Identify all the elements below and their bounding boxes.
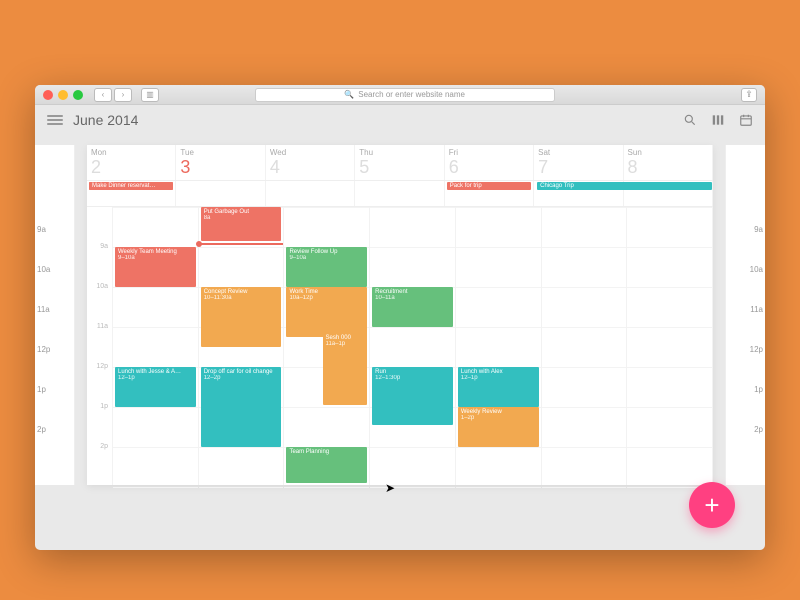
- sidebar-button[interactable]: ▥: [141, 88, 159, 102]
- calendar-event[interactable]: Drop off car for oil change12–2p: [201, 367, 282, 447]
- date-number: 3: [180, 157, 260, 178]
- calendar-event[interactable]: Run12–1:30p: [372, 367, 453, 425]
- time-label: 12p: [96, 363, 108, 370]
- share-button[interactable]: ⇪: [741, 88, 757, 102]
- allday-cell[interactable]: [176, 181, 265, 206]
- event-time: 1–2p: [461, 415, 536, 421]
- time-label: 9a: [100, 243, 108, 250]
- event-time: 10–11a: [375, 295, 450, 301]
- event-time: 10a–12p: [289, 295, 364, 301]
- calendar-event[interactable]: Review Follow Up9–10a: [286, 247, 367, 287]
- dow-label: Sun: [628, 148, 708, 157]
- close-icon[interactable]: [43, 90, 53, 100]
- date-number: 5: [359, 157, 439, 178]
- time-grid[interactable]: 9a 10a 11a 12p 1p 2p Weekly Team Meeting9–10a…: [87, 207, 713, 485]
- allday-cell[interactable]: Schedule HaircutMake Dinner reservat…: [87, 181, 176, 206]
- date-number: 6: [449, 157, 529, 178]
- url-placeholder: Search or enter website name: [358, 90, 465, 99]
- dow-label: Wed: [270, 148, 350, 157]
- allday-event[interactable]: Make Dinner reservat…: [89, 182, 173, 190]
- event-time: 12–1:30p: [375, 375, 450, 381]
- event-title: Team Planning: [289, 449, 364, 455]
- allday-cell[interactable]: Pack for trip: [445, 181, 534, 206]
- today-icon[interactable]: [739, 113, 753, 127]
- forward-button[interactable]: ›: [114, 88, 132, 102]
- day-header[interactable]: Mon2: [87, 145, 176, 180]
- calendar-event[interactable]: Recruitment10–11a: [372, 287, 453, 327]
- url-bar[interactable]: 🔍 Search or enter website name: [255, 88, 555, 102]
- view-switcher-icon[interactable]: [711, 113, 725, 127]
- minimize-icon[interactable]: [58, 90, 68, 100]
- calendar-event[interactable]: Sesh 00011a–1p: [323, 333, 368, 405]
- calendar-stage: 9a 10a 11a 12p 1p 2p 9a 10a 11a 12p 1p 2…: [35, 135, 765, 550]
- search-icon[interactable]: [683, 113, 697, 127]
- calendar-event[interactable]: Put Garbage Out8a: [201, 207, 282, 241]
- time-label: 11a: [97, 323, 108, 330]
- next-week-peek[interactable]: 9a 10a 11a 12p 1p 2p: [725, 145, 765, 485]
- calendar-event[interactable]: Concept Review10–11:30a: [201, 287, 282, 347]
- dow-label: Thu: [359, 148, 439, 157]
- event-time: 12–1p: [118, 375, 193, 381]
- day-header[interactable]: Sun8: [624, 145, 713, 180]
- calendar-event[interactable]: Lunch with Alex12–1p: [458, 367, 539, 407]
- maximize-icon[interactable]: [73, 90, 83, 100]
- dow-label: Mon: [91, 148, 171, 157]
- day-headers: Mon2Tue3Wed4Thu5Fri6Sat7Sun8: [87, 145, 713, 181]
- menu-icon[interactable]: [47, 113, 63, 127]
- day-column[interactable]: Review Follow Up9–10aWork Time10a–12pSes…: [284, 207, 370, 485]
- date-number: 4: [270, 157, 350, 178]
- time-label: 2p: [100, 443, 108, 450]
- day-header[interactable]: Wed4: [266, 145, 355, 180]
- allday-event[interactable]: Chicago Trip: [537, 182, 712, 190]
- day-header[interactable]: Sat7: [534, 145, 623, 180]
- browser-window: ‹ › ▥ 🔍 Search or enter website name ⇪ J…: [35, 85, 765, 550]
- prev-week-peek[interactable]: 9a 10a 11a 12p 1p 2p: [35, 145, 75, 485]
- allday-cell[interactable]: [355, 181, 444, 206]
- day-column[interactable]: [542, 207, 628, 485]
- week-sheet: Mon2Tue3Wed4Thu5Fri6Sat7Sun8 Schedule Ha…: [87, 145, 713, 485]
- page-title: June 2014: [73, 112, 138, 128]
- event-time: 12–1p: [461, 375, 536, 381]
- time-label: 10a: [96, 283, 108, 290]
- back-button[interactable]: ‹: [94, 88, 112, 102]
- event-time: 11a–1p: [326, 341, 365, 347]
- event-time: 8a: [204, 215, 279, 221]
- calendar-event[interactable]: Lunch with Jesse & A…12–1p: [115, 367, 196, 407]
- calendar-event[interactable]: Weekly Review1–2p: [458, 407, 539, 447]
- allday-cell[interactable]: [266, 181, 355, 206]
- date-number: 2: [91, 157, 171, 178]
- dow-label: Sat: [538, 148, 618, 157]
- event-time: 12–2p: [204, 375, 279, 381]
- day-column[interactable]: Lunch with Alex12–1pWeekly Review1–2p: [456, 207, 542, 485]
- day-column[interactable]: [627, 207, 713, 485]
- search-icon: 🔍: [344, 90, 354, 99]
- now-indicator: [199, 243, 284, 245]
- event-time: 10–11:30a: [204, 295, 279, 301]
- event-time: 9–10a: [289, 255, 364, 261]
- calendar-event[interactable]: Team Planning: [286, 447, 367, 483]
- add-event-fab[interactable]: +: [689, 482, 735, 528]
- day-column[interactable]: Weekly Team Meeting9–10a Lunch with Jesse…: [113, 207, 199, 485]
- day-header[interactable]: Fri6: [445, 145, 534, 180]
- allday-event[interactable]: Pack for trip: [447, 182, 531, 190]
- allday-cell[interactable]: Chicago Trip: [534, 181, 623, 206]
- dow-label: Tue: [180, 148, 260, 157]
- mac-titlebar: ‹ › ▥ 🔍 Search or enter website name ⇪: [35, 85, 765, 105]
- date-number: 8: [628, 157, 708, 178]
- cursor-icon: ➤: [385, 481, 395, 495]
- nav-buttons: ‹ ›: [94, 88, 132, 102]
- dow-label: Fri: [449, 148, 529, 157]
- calendar-event[interactable]: Work Time10a–12p: [286, 287, 367, 337]
- day-column[interactable]: Put Garbage Out8a Concept Review10–11:30a…: [199, 207, 285, 485]
- day-header[interactable]: Tue3: [176, 145, 265, 180]
- calendar-event[interactable]: Weekly Team Meeting9–10a: [115, 247, 196, 287]
- day-column[interactable]: Recruitment10–11a Run12–1:30p: [370, 207, 456, 485]
- day-header[interactable]: Thu5: [355, 145, 444, 180]
- event-time: 9–10a: [118, 255, 193, 261]
- allday-row: Schedule HaircutMake Dinner reservat… Pac…: [87, 181, 713, 207]
- time-gutter: 9a 10a 11a 12p 1p 2p: [87, 207, 113, 485]
- time-label: 1p: [100, 403, 108, 410]
- app-header: June 2014: [35, 105, 765, 135]
- date-number: 7: [538, 157, 618, 178]
